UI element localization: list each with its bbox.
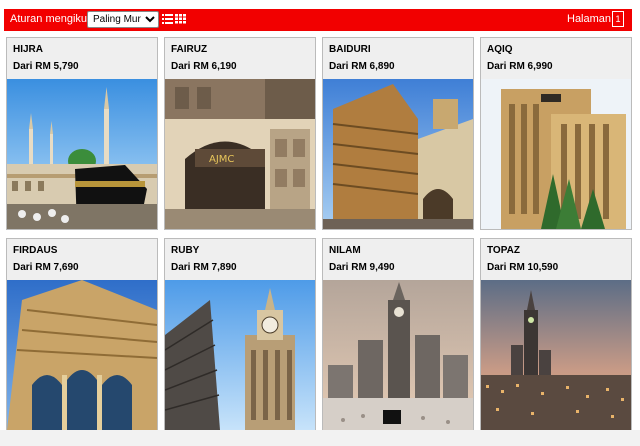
package-price: Dari RM 6,190	[171, 61, 237, 72]
package-name: NILAM	[329, 245, 361, 256]
grid-view-icon[interactable]	[175, 14, 186, 24]
svg-text:AJMC: AJMC	[209, 154, 234, 165]
package-photo-clock-towers[interactable]	[165, 280, 315, 430]
package-card-hijra[interactable]: HIJRA Dari RM 5,790	[6, 37, 158, 230]
package-price: Dari RM 6,890	[329, 61, 395, 72]
page-label: Halaman	[567, 13, 612, 25]
page-header-strip	[0, 0, 640, 9]
package-price: Dari RM 6,990	[487, 61, 553, 72]
package-card-firdaus[interactable]: FIRDAUS Dari RM 7,690	[6, 238, 158, 431]
footer-strip	[0, 430, 640, 446]
package-name: BAIDURI	[329, 44, 371, 55]
package-photo-masjid[interactable]	[7, 79, 157, 229]
package-card-aqiq[interactable]: AQIQ Dari RM 6,990	[480, 37, 632, 230]
package-photo-abraj-al-bait[interactable]	[323, 280, 473, 430]
page-number-box[interactable]: 1	[612, 11, 624, 27]
package-name: RUBY	[171, 245, 200, 256]
package-photo-ajmc-entrance[interactable]: AJMC	[165, 79, 315, 229]
package-card-ruby[interactable]: RUBY Dari RM 7,890	[164, 238, 316, 431]
sort-label: Aturan mengikut:	[10, 13, 94, 25]
package-photo-ajmc-hotel[interactable]	[481, 79, 631, 229]
package-name: HIJRA	[13, 44, 44, 55]
package-price: Dari RM 9,490	[329, 262, 395, 273]
package-price: Dari RM 5,790	[13, 61, 79, 72]
sort-toolbar: Aturan mengikut: Paling Murah Halaman 1	[4, 9, 632, 31]
package-price: Dari RM 7,690	[13, 262, 79, 273]
package-photo-arched-hotel[interactable]	[7, 280, 157, 430]
package-card-topaz[interactable]: TOPAZ Dari RM 10,590	[480, 238, 632, 431]
package-name: TOPAZ	[487, 245, 520, 256]
list-view-icon[interactable]	[162, 14, 173, 24]
package-card-fairuz[interactable]: FAIRUZ Dari RM 6,190 AJMC	[164, 37, 316, 230]
package-name: FAIRUZ	[171, 44, 208, 55]
package-photo-hotel-tower[interactable]	[323, 79, 473, 229]
sort-select[interactable]: Paling Murah	[87, 11, 159, 28]
package-card-nilam[interactable]: NILAM Dari RM 9,490	[322, 238, 474, 431]
package-price: Dari RM 10,590	[487, 262, 559, 273]
package-card-baiduri[interactable]: BAIDURI Dari RM 6,890	[322, 37, 474, 230]
package-photo-makkah-skyline[interactable]	[481, 280, 631, 430]
package-name: FIRDAUS	[13, 245, 58, 256]
package-name: AQIQ	[487, 44, 513, 55]
package-price: Dari RM 7,890	[171, 262, 237, 273]
